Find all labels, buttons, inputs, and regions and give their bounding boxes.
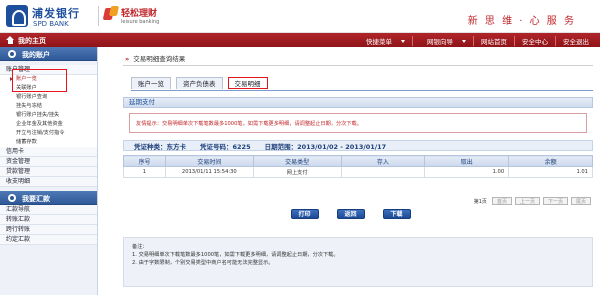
divider — [123, 65, 593, 66]
quick-menu-label: 快捷菜单 — [366, 38, 392, 46]
leisure-banking-logo-icon — [104, 6, 118, 22]
product-name-en: leisure banking — [121, 19, 160, 25]
quick-menu-link[interactable]: 快捷菜单 — [352, 36, 412, 46]
security-center-link[interactable]: 安全中心 — [514, 36, 555, 46]
table-cell: 1.00 — [424, 166, 510, 178]
sidebar-item-credit-card[interactable]: 信用卡 — [0, 147, 97, 157]
product-name: 轻松理财 — [121, 9, 158, 19]
back-button[interactable]: 返回 — [336, 209, 365, 219]
sidebar-item-fund-management[interactable]: 资金管理 — [0, 157, 97, 167]
card-type: 凭证种类：东方卡 — [134, 142, 186, 151]
sidebar-section-title: 我要汇款 — [22, 195, 50, 203]
last-page-button[interactable]: 尾页 — [570, 197, 591, 205]
bank-name-en: SPD BANK — [33, 20, 69, 28]
notes-area: 备注： 1. 交易明细单次下载笔数最多1000笔，如需下载更多明细，请调整起止日… — [123, 237, 593, 287]
header-divider — [98, 6, 99, 26]
table-header-row: 序号 交易时间 交易类型 存入 取出 余额 — [123, 155, 593, 167]
table-row: 1 2013/01/11 15:54:30 网上支付 1.00 1.01 — [123, 166, 593, 178]
tab-transaction-detail[interactable]: 交易明细 — [227, 77, 268, 89]
sidebar-section-title: 我的账户 — [22, 51, 50, 59]
notes-title: 备注： — [132, 244, 148, 250]
home-link[interactable]: 我的主页 — [18, 36, 46, 46]
table-cell: 网上支付 — [252, 166, 342, 178]
top-menu: 快捷菜单 网银向导 网站首页 安全中心 安全退出 — [352, 36, 596, 46]
tab-underline — [131, 90, 593, 91]
note-item: 2. 由于字数限制，个别交易类型中商户名可能无法完整显示。 — [132, 260, 274, 266]
sidebar-subitem[interactable]: 企业年金及其他资金 — [0, 120, 97, 129]
notice-box: 友情提示：交易明细单次下载笔数最多1000笔，如需下载更多明细，请调整起止日期，… — [129, 113, 587, 133]
sidebar-subitem[interactable]: 挂失与冻结 — [0, 102, 97, 111]
pagination: 第1页 首页 上一页 下一页 尾页 — [474, 197, 591, 205]
first-page-button[interactable]: 首页 — [491, 197, 512, 205]
sidebar-section-remittance[interactable]: 我要汇款 — [0, 191, 97, 205]
slogan: 新 思 维 · 心 服 务 — [467, 16, 576, 27]
sidebar-subitem[interactable]: 储蓄存款 — [0, 138, 97, 147]
sidebar-subitem[interactable]: 开立与注销/支付指令 — [0, 129, 97, 138]
date-range: 日期范围：2013/01/02 - 2013/01/17 — [264, 142, 387, 151]
card-number: 凭证号码：6225 — [200, 142, 251, 151]
top-nav-bar: 我的主页 快捷菜单 网银向导 网站首页 安全中心 安全退出 — [0, 33, 600, 47]
sidebar-item-transfer[interactable]: 转账汇款 — [0, 215, 97, 225]
section-header: 延期支付 — [123, 97, 593, 108]
transaction-table: 序号 交易时间 交易类型 存入 取出 余额 1 2013/01/11 15:54… — [123, 155, 593, 178]
tab-bar: 账户一览 资产负债表 交易明细 — [131, 77, 268, 89]
column-header: 取出 — [424, 155, 510, 167]
tab-balance-sheet[interactable]: 资产负债表 — [176, 77, 223, 89]
column-header: 余额 — [508, 155, 593, 167]
chevron-down-icon — [401, 40, 405, 43]
sidebar-item-income-expense[interactable]: 收支明细 — [0, 177, 97, 187]
site-home-link[interactable]: 网站首页 — [473, 36, 514, 46]
table-cell: 1.01 — [508, 166, 593, 178]
print-button[interactable]: 打印 — [290, 209, 319, 219]
ebank-guide-label: 网银向导 — [427, 38, 453, 46]
spd-bank-logo-icon — [6, 5, 28, 27]
column-header: 序号 — [123, 155, 166, 167]
sidebar-item-scheduled-remit[interactable]: 约定汇款 — [0, 235, 97, 245]
table-cell: 1 — [123, 166, 166, 178]
remittance-icon — [8, 194, 16, 202]
page-info: 第1页 — [473, 198, 487, 205]
action-bar: 打印 返回 下载 — [101, 209, 600, 219]
sidebar-subitem[interactable]: 银行账户挂失/挂失 — [0, 111, 97, 120]
download-button[interactable]: 下载 — [382, 209, 411, 219]
sidebar-item-remit-guide[interactable]: 汇款导航 — [0, 205, 97, 215]
sidebar-subitem[interactable]: 银行账户查询 — [0, 93, 97, 102]
account-icon — [8, 50, 16, 58]
tab-account-overview[interactable]: 账户一览 — [131, 77, 171, 89]
bank-name: 浦发银行 — [32, 7, 80, 20]
highlight-box — [12, 69, 67, 92]
ebank-guide-link[interactable]: 网银向导 — [412, 36, 473, 46]
summary-bar: 凭证种类：东方卡 凭证号码：6225 日期范围：2013/01/02 - 201… — [123, 140, 593, 151]
breadcrumb: 交易明细查询结果 — [125, 53, 185, 63]
main-content: 交易明细查询结果 账户一览 资产负债表 交易明细 延期支付 友情提示：交易明细单… — [101, 47, 600, 295]
column-header: 交易时间 — [164, 155, 254, 167]
chevron-down-icon — [462, 40, 466, 43]
table-cell — [340, 166, 426, 178]
logout-link[interactable]: 安全退出 — [555, 36, 596, 46]
sidebar-item-interbank-transfer[interactable]: 跨行转账 — [0, 225, 97, 235]
home-icon[interactable] — [6, 36, 15, 44]
column-header: 交易类型 — [252, 155, 342, 167]
note-item: 1. 交易明细单次下载笔数最多1000笔，如需下载更多明细，请调整起止日期，分次… — [132, 252, 339, 258]
table-cell: 2013/01/11 15:54:30 — [164, 166, 254, 178]
next-page-button[interactable]: 下一页 — [542, 197, 568, 205]
sidebar-section-my-account[interactable]: 我的账户 — [0, 47, 97, 61]
prev-page-button[interactable]: 上一页 — [514, 197, 540, 205]
header: 浦发银行 SPD BANK 轻松理财 leisure banking 新 思 维… — [0, 0, 600, 33]
sidebar-item-loan-management[interactable]: 贷款管理 — [0, 167, 97, 177]
column-header: 存入 — [340, 155, 426, 167]
